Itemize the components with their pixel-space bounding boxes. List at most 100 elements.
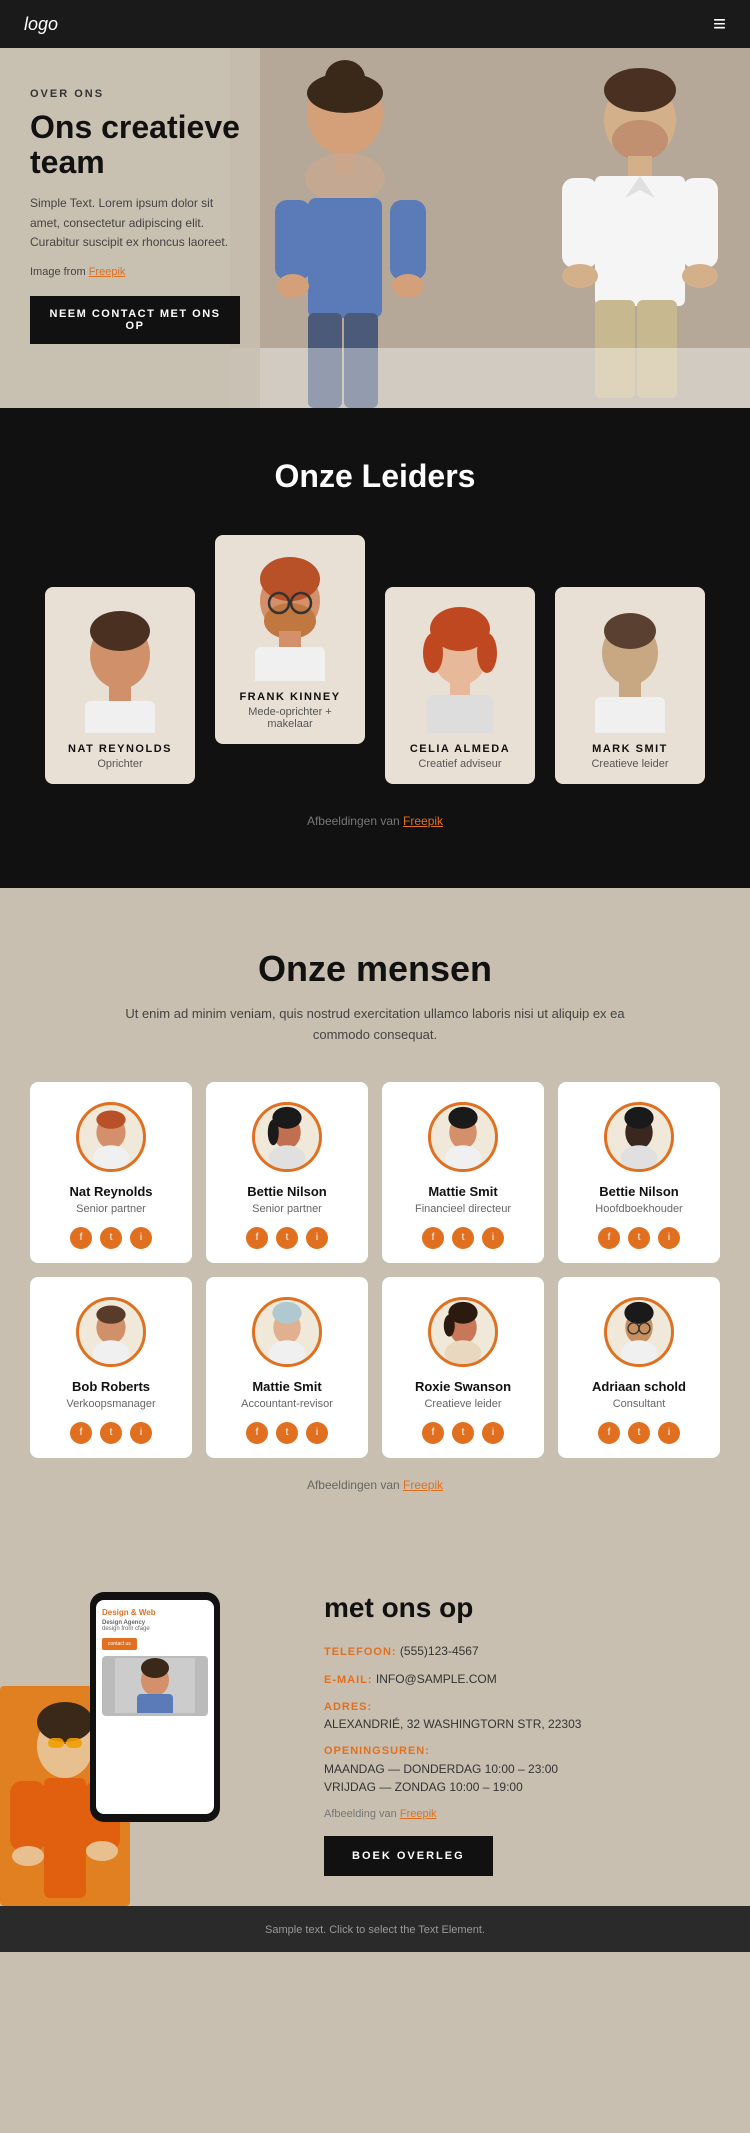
leiders-grid: NAT REYNOLDS Oprichter: [20, 535, 730, 784]
person-role-bettie1: Senior partner: [216, 1203, 358, 1215]
facebook-icon[interactable]: f: [246, 1422, 268, 1444]
freepik-link[interactable]: Freepik: [89, 266, 126, 278]
twitter-icon[interactable]: t: [276, 1227, 298, 1249]
leider-card-frank: FRANK KINNEY Mede-oprichter + makelaar: [215, 535, 365, 744]
person-card-adriaan: Adriaan schold Consultant f t i: [558, 1277, 720, 1458]
person-socials-bob: f t i: [40, 1422, 182, 1444]
person-socials-nat: f t i: [40, 1227, 182, 1249]
leider-role-mark: Creatieve leider: [567, 758, 693, 770]
person-socials-bettie1: f t i: [216, 1227, 358, 1249]
person-name-roxie: Roxie Swanson: [392, 1379, 534, 1394]
hero-description: Simple Text. Lorem ipsum dolor sit amet,…: [30, 194, 240, 252]
contact-freepik-link[interactable]: Freepik: [400, 1808, 437, 1820]
contact-phone-value: (555)123-4567: [400, 1644, 479, 1658]
contact-email-row: E-MAIL: INFO@SAMPLE.COM: [324, 1670, 726, 1689]
leider-name-frank: FRANK KINNEY: [227, 691, 353, 703]
contact-images: Design & Web Design Agency design from c…: [0, 1572, 300, 1906]
person-socials-mattie-fin: f t i: [392, 1227, 534, 1249]
twitter-icon[interactable]: t: [628, 1227, 650, 1249]
navbar: logo ≡: [0, 0, 750, 48]
phone-screen-title: Design & Web: [102, 1608, 208, 1617]
leider-photo-mark: [575, 603, 685, 733]
leider-name-celia: CELIA ALMEDA: [397, 743, 523, 755]
contact-attribution: Afbeelding van Freepik: [324, 1808, 726, 1820]
mensen-grid-row1: Nat Reynolds Senior partner f t i Be: [30, 1082, 720, 1263]
contact-phone-label: TELEFOON:: [324, 1646, 397, 1658]
leider-card-celia: CELIA ALMEDA Creatief adviseur: [385, 587, 535, 784]
mensen-freepik-link[interactable]: Freepik: [403, 1478, 443, 1492]
phone-contact-btn[interactable]: contact us: [102, 1638, 137, 1650]
person-card-roxie: Roxie Swanson Creatieve leider f t i: [382, 1277, 544, 1458]
person-role-bettie2: Hoofdboekhouder: [568, 1203, 710, 1215]
leider-role-nat: Oprichter: [57, 758, 183, 770]
hero-title: Ons creatieve team: [30, 110, 240, 180]
twitter-icon[interactable]: t: [452, 1227, 474, 1249]
person-avatar-bettie2: [604, 1102, 674, 1172]
leider-avatar-frank: [235, 551, 345, 681]
person-avatar-bettie1: [252, 1102, 322, 1172]
instagram-icon[interactable]: i: [658, 1227, 680, 1249]
mensen-title: Onze mensen: [30, 948, 720, 990]
instagram-icon[interactable]: i: [482, 1422, 504, 1444]
twitter-icon[interactable]: t: [628, 1422, 650, 1444]
mensen-description: Ut enim ad minim veniam, quis nostrud ex…: [115, 1004, 635, 1046]
contact-info: met ons op TELEFOON: (555)123-4567 E-MAI…: [300, 1572, 750, 1906]
person-name-nat: Nat Reynolds: [40, 1184, 182, 1199]
facebook-icon[interactable]: f: [70, 1422, 92, 1444]
person-name-bettie2: Bettie Nilson: [568, 1184, 710, 1199]
facebook-icon[interactable]: f: [598, 1422, 620, 1444]
facebook-icon[interactable]: f: [422, 1422, 444, 1444]
contact-hours-label: OPENINGSUREN:: [324, 1743, 726, 1760]
person-avatar-svg-adriaan: [607, 1297, 671, 1367]
facebook-icon[interactable]: f: [598, 1227, 620, 1249]
leider-role-frank: Mede-oprichter + makelaar: [227, 706, 353, 730]
person-avatar-svg-bettie1: [255, 1102, 319, 1172]
leider-avatar-nat: [65, 603, 175, 733]
person-socials-roxie: f t i: [392, 1422, 534, 1444]
phone-person-svg: [115, 1658, 195, 1713]
instagram-icon[interactable]: i: [130, 1227, 152, 1249]
instagram-icon[interactable]: i: [482, 1227, 504, 1249]
facebook-icon[interactable]: f: [70, 1227, 92, 1249]
facebook-icon[interactable]: f: [246, 1227, 268, 1249]
contact-phone-mockup: Design & Web Design Agency design from c…: [90, 1592, 220, 1822]
leiders-section: Onze Leiders NAT REYNOLDS Oprichter: [0, 408, 750, 888]
leider-photo-nat: [65, 603, 175, 733]
contact-hours-value1: MAANDAG — DONDERDAG 10:00 – 23:00: [324, 1760, 726, 1778]
person-avatar-svg-mattie-fin: [431, 1102, 495, 1172]
facebook-icon[interactable]: f: [422, 1227, 444, 1249]
person-avatar-svg-nat: [79, 1102, 143, 1172]
instagram-icon[interactable]: i: [306, 1422, 328, 1444]
leider-avatar-celia: [405, 603, 515, 733]
hero-cta-button[interactable]: NEEM CONTACT MET ONS OP: [30, 296, 240, 344]
contact-cta-button[interactable]: BOEK OVERLEG: [324, 1836, 493, 1876]
menu-icon[interactable]: ≡: [713, 11, 726, 37]
leider-role-celia: Creatief adviseur: [397, 758, 523, 770]
footer-text: Sample text. Click to select the Text El…: [265, 1924, 485, 1936]
twitter-icon[interactable]: t: [276, 1422, 298, 1444]
logo: logo: [24, 14, 58, 35]
hero-image-credit: Image from Freepik: [30, 266, 240, 278]
contact-hours-value2: VRIJDAG — ZONDAG 10:00 – 19:00: [324, 1778, 726, 1796]
person-avatar-bob: [76, 1297, 146, 1367]
mensen-grid-row2: Bob Roberts Verkoopsmanager f t i Mattie…: [30, 1277, 720, 1458]
person-name-mattie-acc: Mattie Smit: [216, 1379, 358, 1394]
leider-name-nat: NAT REYNOLDS: [57, 743, 183, 755]
person-socials-bettie2: f t i: [568, 1227, 710, 1249]
contact-address-label: ADRES:: [324, 1699, 726, 1716]
leiders-freepik-link[interactable]: Freepik: [403, 814, 443, 828]
instagram-icon[interactable]: i: [130, 1422, 152, 1444]
instagram-icon[interactable]: i: [658, 1422, 680, 1444]
hero-text-block: OVER ONS Ons creatieve team Simple Text.…: [0, 48, 260, 408]
person-role-bob: Verkoopsmanager: [40, 1398, 182, 1410]
contact-email-value: INFO@SAMPLE.COM: [376, 1672, 497, 1686]
person-name-bettie1: Bettie Nilson: [216, 1184, 358, 1199]
instagram-icon[interactable]: i: [306, 1227, 328, 1249]
leiders-attribution: Afbeeldingen van Freepik: [20, 814, 730, 828]
twitter-icon[interactable]: t: [452, 1422, 474, 1444]
leider-avatar-mark: [575, 603, 685, 733]
twitter-icon[interactable]: t: [100, 1227, 122, 1249]
twitter-icon[interactable]: t: [100, 1422, 122, 1444]
person-role-mattie-acc: Accountant-revisor: [216, 1398, 358, 1410]
contact-hours-row: OPENINGSUREN: MAANDAG — DONDERDAG 10:00 …: [324, 1743, 726, 1796]
